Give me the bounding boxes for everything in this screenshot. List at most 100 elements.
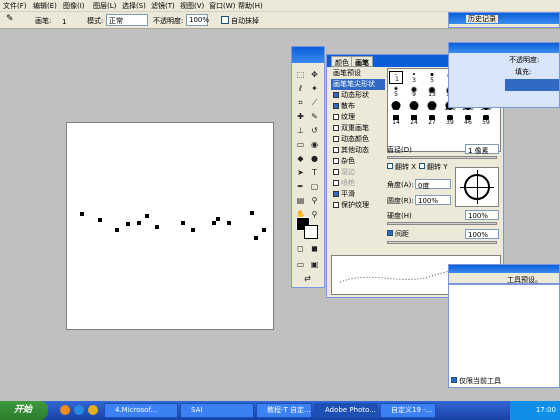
notes-tool-icon[interactable]: ▤: [295, 195, 306, 206]
spacing-checkbox[interactable]: [387, 230, 393, 236]
magic-wand-icon[interactable]: ✦: [309, 83, 320, 94]
current-tool-label: 仅限当前工具: [459, 377, 501, 385]
brush-tip[interactable]: 1: [389, 71, 403, 84]
menu-select[interactable]: 选择(S): [122, 1, 146, 11]
menu-view[interactable]: 视图(V): [180, 1, 204, 11]
taskbar-window[interactable]: SAI: [180, 403, 254, 418]
marquee-tool-icon[interactable]: ⬚: [295, 69, 306, 80]
menu-image[interactable]: 图像(I): [63, 1, 85, 11]
brush-tip[interactable]: 65: [425, 99, 439, 112]
move-tool-icon[interactable]: ✥: [309, 69, 320, 80]
document-canvas[interactable]: [66, 122, 274, 330]
toolbox: ⬚ ✥ ℓ ✦ ⌗ ⟋ ✚ ✎ ⊥ ↺ ▭ ◉ ◆ ● ➤ T ✒ ▢ ▤ ⚲ …: [291, 46, 325, 288]
brush-size[interactable]: 1: [62, 18, 66, 26]
taskbar-window[interactable]: 自定义19 -...: [380, 403, 436, 418]
stamp-tool-icon[interactable]: ⊥: [295, 125, 306, 136]
wet-edges-item[interactable]: 湿边: [331, 167, 385, 178]
background-color[interactable]: [304, 225, 318, 239]
slice-tool-icon[interactable]: ⟋: [309, 97, 320, 108]
shape-tool-icon[interactable]: ▢: [309, 181, 320, 192]
quicklaunch-icon[interactable]: [88, 405, 98, 415]
airbrush-item[interactable]: 喷枪: [331, 178, 385, 189]
brush-dot: [126, 222, 130, 226]
eyedropper-icon[interactable]: ⚲: [309, 195, 320, 206]
type-tool-icon[interactable]: T: [309, 167, 320, 178]
standard-mode-icon[interactable]: ◻: [295, 243, 306, 254]
smoothing-item[interactable]: 平滑: [331, 189, 385, 200]
quicklaunch-icon[interactable]: [74, 405, 84, 415]
healing-tool-icon[interactable]: ✚: [295, 111, 306, 122]
quicklaunch-icon[interactable]: [60, 405, 70, 415]
brush-tip[interactable]: 5: [425, 71, 439, 84]
screen-mode-icon[interactable]: ▭: [295, 259, 306, 270]
angle-input[interactable]: 0度: [415, 179, 451, 190]
menu-edit[interactable]: 编辑(E): [33, 1, 57, 11]
path-select-icon[interactable]: ➤: [295, 167, 306, 178]
eraser-tool-icon[interactable]: ▭: [295, 139, 306, 150]
other-dynamics-item[interactable]: 其他动态: [331, 145, 385, 156]
brush-tip[interactable]: 9: [407, 85, 421, 98]
menu-file[interactable]: 文件(F): [3, 1, 27, 11]
fill-tool-icon[interactable]: ◉: [309, 139, 320, 150]
noise-item[interactable]: 杂色: [331, 156, 385, 167]
brush-presets-item[interactable]: 画笔预设: [331, 68, 385, 79]
tool-presets-list[interactable]: 仅限当前工具: [448, 284, 560, 388]
roundness-input[interactable]: 100%: [415, 195, 451, 205]
dual-brush-item[interactable]: 双重画笔: [331, 123, 385, 134]
scattering-item[interactable]: 散布: [331, 101, 385, 112]
tab-brushes[interactable]: 画笔: [351, 56, 373, 67]
crop-tool-icon[interactable]: ⌗: [295, 97, 306, 108]
opacity-label: 不透明度:: [153, 17, 184, 25]
taskbar-window[interactable]: 4.Microsof...: [104, 403, 178, 418]
taskbar-window[interactable]: 教程-T 自定...: [256, 403, 312, 418]
hardness-label: 硬度(H): [387, 212, 412, 220]
quickmask-mode-icon[interactable]: ◼: [309, 243, 320, 254]
menu-help[interactable]: 帮助(H): [238, 1, 263, 11]
brush-dot: [115, 228, 119, 232]
menu-filter[interactable]: 滤镜(T): [151, 1, 175, 11]
system-tray: 17:00: [510, 401, 560, 420]
layer-row[interactable]: [505, 79, 559, 91]
taskbar-window[interactable]: Adobe Photo...: [314, 403, 378, 418]
mode-label: 模式:: [87, 17, 104, 25]
brush-dot: [262, 228, 266, 232]
menu-window[interactable]: 窗口(W): [209, 1, 235, 11]
tab-history[interactable]: 历史记录: [466, 15, 498, 23]
brush-tip[interactable]: 14: [389, 113, 403, 126]
current-tool-checkbox[interactable]: [451, 377, 457, 383]
start-button[interactable]: 开始: [0, 401, 48, 420]
toolbox-header[interactable]: [292, 47, 324, 63]
opacity-input[interactable]: 100%: [186, 14, 209, 26]
pen-tool-icon[interactable]: ✒: [295, 181, 306, 192]
flip-y-checkbox[interactable]: [419, 163, 425, 169]
blur-tool-icon[interactable]: ◆: [295, 153, 306, 164]
texture-item[interactable]: 纹理: [331, 112, 385, 123]
fullscreen-mode-icon[interactable]: ▣: [309, 259, 320, 270]
brush-tool-icon[interactable]: ✎: [309, 111, 320, 122]
shape-dynamics-item[interactable]: 动态形状: [331, 90, 385, 101]
zoom-tool-icon[interactable]: ⚲: [309, 209, 320, 220]
brush-tip[interactable]: 3: [407, 71, 421, 84]
brush-tip[interactable]: 27: [425, 113, 439, 126]
brush-tip[interactable]: 45: [407, 99, 421, 112]
auto-erase-checkbox[interactable]: [221, 16, 229, 24]
history-brush-icon[interactable]: ↺: [309, 125, 320, 136]
protect-texture-item[interactable]: 保护纹理: [331, 200, 385, 211]
flip-x-label: 翻转 X: [395, 163, 417, 171]
mode-select[interactable]: 正常: [106, 14, 148, 26]
brush-tip[interactable]: 5: [389, 85, 403, 98]
menu-layer[interactable]: 图层(L): [93, 1, 116, 11]
dodge-tool-icon[interactable]: ●: [309, 153, 320, 164]
brush-tip[interactable]: 24: [407, 113, 421, 126]
imageready-icon[interactable]: ⇄: [302, 273, 313, 284]
flip-x-checkbox[interactable]: [387, 163, 393, 169]
brush-tool-icon[interactable]: ✎: [6, 14, 14, 24]
brush-tip-shape-item[interactable]: 画笔笔尖形状: [331, 79, 385, 90]
auto-erase-label: 自动抹掉: [231, 17, 259, 25]
lasso-tool-icon[interactable]: ℓ: [295, 83, 306, 94]
color-dynamics-item[interactable]: 动态颜色: [331, 134, 385, 145]
brush-tip[interactable]: 35: [389, 99, 403, 112]
tab-color[interactable]: 颜色: [331, 56, 353, 67]
brush-dot: [250, 211, 254, 215]
brush-tip[interactable]: 13: [425, 85, 439, 98]
